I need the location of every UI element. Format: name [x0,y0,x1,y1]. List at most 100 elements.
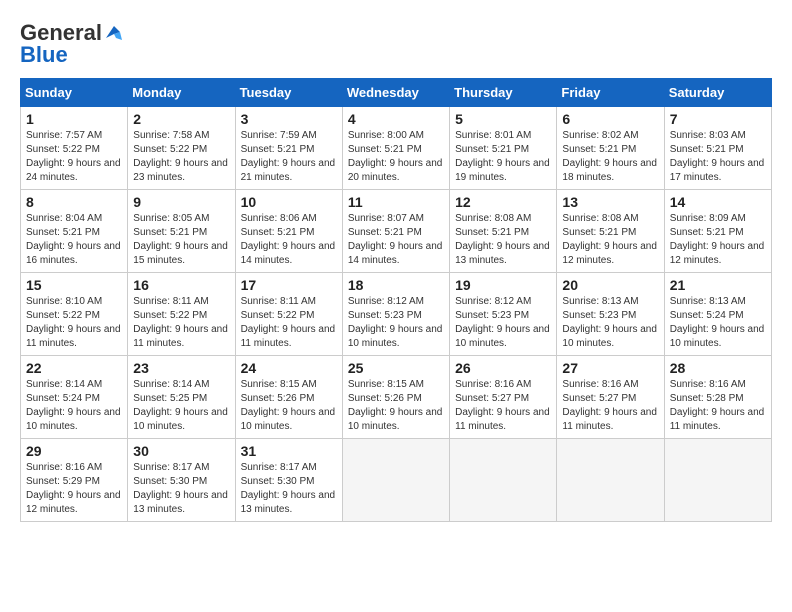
weekday-header-wednesday: Wednesday [342,79,449,107]
day-number: 15 [26,277,122,293]
calendar-day-cell: 26 Sunrise: 8:16 AMSunset: 5:27 PMDaylig… [450,356,557,439]
calendar-day-cell: 11 Sunrise: 8:07 AMSunset: 5:21 PMDaylig… [342,190,449,273]
calendar-day-cell: 2 Sunrise: 7:58 AMSunset: 5:22 PMDayligh… [128,107,235,190]
day-info: Sunrise: 8:16 AMSunset: 5:27 PMDaylight:… [455,378,551,434]
calendar-day-cell: 17 Sunrise: 8:11 AMSunset: 5:22 PMDaylig… [235,273,342,356]
calendar-week-row: 1 Sunrise: 7:57 AMSunset: 5:22 PMDayligh… [21,107,772,190]
day-info: Sunrise: 8:12 AMSunset: 5:23 PMDaylight:… [348,295,444,351]
day-number: 11 [348,194,444,210]
day-number: 26 [455,360,551,376]
calendar-day-cell: 18 Sunrise: 8:12 AMSunset: 5:23 PMDaylig… [342,273,449,356]
weekday-header-saturday: Saturday [664,79,771,107]
day-number: 2 [133,111,229,127]
calendar-day-cell: 21 Sunrise: 8:13 AMSunset: 5:24 PMDaylig… [664,273,771,356]
day-info: Sunrise: 7:57 AMSunset: 5:22 PMDaylight:… [26,129,122,185]
calendar-week-row: 15 Sunrise: 8:10 AMSunset: 5:22 PMDaylig… [21,273,772,356]
day-number: 13 [562,194,658,210]
calendar-day-cell: 10 Sunrise: 8:06 AMSunset: 5:21 PMDaylig… [235,190,342,273]
calendar-day-cell: 30 Sunrise: 8:17 AMSunset: 5:30 PMDaylig… [128,439,235,522]
calendar-day-cell: 8 Sunrise: 8:04 AMSunset: 5:21 PMDayligh… [21,190,128,273]
day-info: Sunrise: 8:07 AMSunset: 5:21 PMDaylight:… [348,212,444,268]
calendar-day-cell: 5 Sunrise: 8:01 AMSunset: 5:21 PMDayligh… [450,107,557,190]
day-info: Sunrise: 8:02 AMSunset: 5:21 PMDaylight:… [562,129,658,185]
day-info: Sunrise: 8:14 AMSunset: 5:25 PMDaylight:… [133,378,229,434]
day-info: Sunrise: 8:05 AMSunset: 5:21 PMDaylight:… [133,212,229,268]
calendar-day-cell: 6 Sunrise: 8:02 AMSunset: 5:21 PMDayligh… [557,107,664,190]
calendar-day-cell: 15 Sunrise: 8:10 AMSunset: 5:22 PMDaylig… [21,273,128,356]
day-number: 4 [348,111,444,127]
calendar-day-cell: 16 Sunrise: 8:11 AMSunset: 5:22 PMDaylig… [128,273,235,356]
day-info: Sunrise: 7:58 AMSunset: 5:22 PMDaylight:… [133,129,229,185]
day-number: 6 [562,111,658,127]
day-number: 16 [133,277,229,293]
day-info: Sunrise: 8:08 AMSunset: 5:21 PMDaylight:… [455,212,551,268]
day-number: 25 [348,360,444,376]
day-number: 27 [562,360,658,376]
day-number: 1 [26,111,122,127]
weekday-header-row: SundayMondayTuesdayWednesdayThursdayFrid… [21,79,772,107]
calendar-day-cell [450,439,557,522]
day-number: 14 [670,194,766,210]
calendar-day-cell: 1 Sunrise: 7:57 AMSunset: 5:22 PMDayligh… [21,107,128,190]
calendar-day-cell: 19 Sunrise: 8:12 AMSunset: 5:23 PMDaylig… [450,273,557,356]
calendar-day-cell: 28 Sunrise: 8:16 AMSunset: 5:28 PMDaylig… [664,356,771,439]
calendar-day-cell: 27 Sunrise: 8:16 AMSunset: 5:27 PMDaylig… [557,356,664,439]
calendar-day-cell: 31 Sunrise: 8:17 AMSunset: 5:30 PMDaylig… [235,439,342,522]
calendar-day-cell [557,439,664,522]
weekday-header-tuesday: Tuesday [235,79,342,107]
logo: General Blue [20,20,122,68]
calendar-day-cell: 12 Sunrise: 8:08 AMSunset: 5:21 PMDaylig… [450,190,557,273]
calendar-day-cell: 13 Sunrise: 8:08 AMSunset: 5:21 PMDaylig… [557,190,664,273]
day-info: Sunrise: 8:09 AMSunset: 5:21 PMDaylight:… [670,212,766,268]
calendar-day-cell: 7 Sunrise: 8:03 AMSunset: 5:21 PMDayligh… [664,107,771,190]
day-number: 17 [241,277,337,293]
day-number: 19 [455,277,551,293]
day-number: 3 [241,111,337,127]
calendar-table: SundayMondayTuesdayWednesdayThursdayFrid… [20,78,772,522]
calendar-day-cell: 14 Sunrise: 8:09 AMSunset: 5:21 PMDaylig… [664,190,771,273]
calendar-day-cell: 9 Sunrise: 8:05 AMSunset: 5:21 PMDayligh… [128,190,235,273]
day-number: 18 [348,277,444,293]
day-info: Sunrise: 8:01 AMSunset: 5:21 PMDaylight:… [455,129,551,185]
weekday-header-thursday: Thursday [450,79,557,107]
day-info: Sunrise: 8:16 AMSunset: 5:27 PMDaylight:… [562,378,658,434]
calendar-day-cell [342,439,449,522]
day-number: 28 [670,360,766,376]
day-number: 8 [26,194,122,210]
calendar-week-row: 29 Sunrise: 8:16 AMSunset: 5:29 PMDaylig… [21,439,772,522]
calendar-day-cell: 25 Sunrise: 8:15 AMSunset: 5:26 PMDaylig… [342,356,449,439]
day-info: Sunrise: 8:13 AMSunset: 5:24 PMDaylight:… [670,295,766,351]
calendar-day-cell: 22 Sunrise: 8:14 AMSunset: 5:24 PMDaylig… [21,356,128,439]
calendar-week-row: 8 Sunrise: 8:04 AMSunset: 5:21 PMDayligh… [21,190,772,273]
calendar-day-cell: 23 Sunrise: 8:14 AMSunset: 5:25 PMDaylig… [128,356,235,439]
page-header: General Blue [20,20,772,68]
weekday-header-friday: Friday [557,79,664,107]
day-number: 29 [26,443,122,459]
calendar-day-cell [664,439,771,522]
calendar-week-row: 22 Sunrise: 8:14 AMSunset: 5:24 PMDaylig… [21,356,772,439]
logo-bird-icon [104,24,122,42]
logo-blue: Blue [20,42,68,68]
day-info: Sunrise: 8:08 AMSunset: 5:21 PMDaylight:… [562,212,658,268]
day-number: 31 [241,443,337,459]
day-info: Sunrise: 8:15 AMSunset: 5:26 PMDaylight:… [241,378,337,434]
day-info: Sunrise: 8:13 AMSunset: 5:23 PMDaylight:… [562,295,658,351]
day-info: Sunrise: 8:11 AMSunset: 5:22 PMDaylight:… [241,295,337,351]
day-info: Sunrise: 8:16 AMSunset: 5:29 PMDaylight:… [26,461,122,517]
day-number: 30 [133,443,229,459]
day-info: Sunrise: 8:04 AMSunset: 5:21 PMDaylight:… [26,212,122,268]
calendar-day-cell: 4 Sunrise: 8:00 AMSunset: 5:21 PMDayligh… [342,107,449,190]
weekday-header-monday: Monday [128,79,235,107]
calendar-day-cell: 29 Sunrise: 8:16 AMSunset: 5:29 PMDaylig… [21,439,128,522]
calendar-day-cell: 24 Sunrise: 8:15 AMSunset: 5:26 PMDaylig… [235,356,342,439]
day-number: 12 [455,194,551,210]
day-info: Sunrise: 8:00 AMSunset: 5:21 PMDaylight:… [348,129,444,185]
day-number: 10 [241,194,337,210]
day-number: 22 [26,360,122,376]
day-info: Sunrise: 8:16 AMSunset: 5:28 PMDaylight:… [670,378,766,434]
day-number: 20 [562,277,658,293]
day-number: 23 [133,360,229,376]
calendar-day-cell: 3 Sunrise: 7:59 AMSunset: 5:21 PMDayligh… [235,107,342,190]
day-info: Sunrise: 8:06 AMSunset: 5:21 PMDaylight:… [241,212,337,268]
day-info: Sunrise: 8:14 AMSunset: 5:24 PMDaylight:… [26,378,122,434]
